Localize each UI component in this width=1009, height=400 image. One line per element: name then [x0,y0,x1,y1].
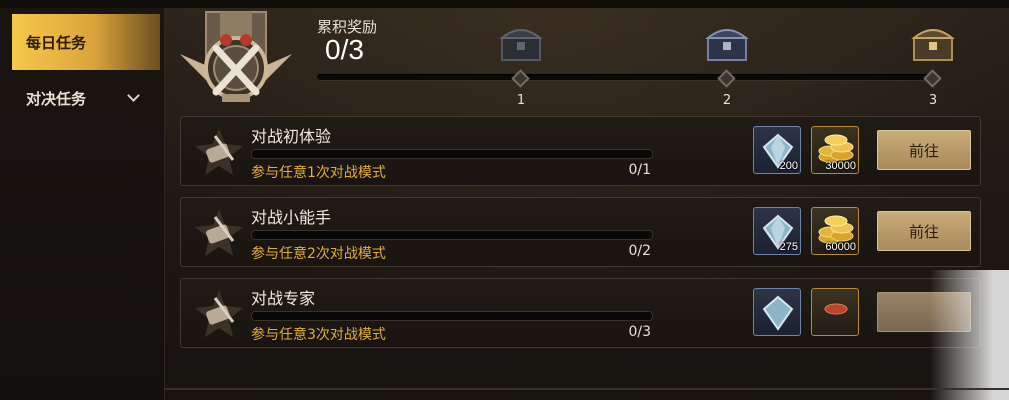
task-title: 对战初体验 [251,127,332,146]
milestone-label: 1 [516,93,526,108]
gem-reward[interactable] [753,288,801,336]
task-progress-bar [251,149,653,159]
reward-amount: 200 [779,160,798,172]
chevron-down-icon [127,89,140,102]
bottom-divider [164,388,1009,390]
gold-reward[interactable]: 60000 [811,207,859,255]
scroll-quill-icon [195,290,243,337]
corner-watermark-overlay [930,270,1009,400]
task-title: 对战专家 [251,289,316,308]
task-description: 参与任意3次对战模式 [251,327,386,343]
task-description: 参与任意2次对战模式 [251,246,386,262]
gem-reward[interactable]: 200 [753,126,801,174]
task-description: 参与任意1次对战模式 [251,165,386,181]
sidebar-tab-label: 每日任务 [26,33,87,52]
treasure-chest-icon[interactable] [908,22,958,64]
go-button[interactable]: 前往 [877,130,971,170]
reward-amount: 60000 [825,241,856,253]
diamond-gem-icon [762,295,794,331]
scroll-quill-icon [195,209,243,256]
task-progress-bar [251,311,653,321]
sidebar-tab-daily-tasks[interactable]: 每日任务 [12,14,160,70]
task-progress-text: 0/3 [628,324,651,340]
scroll-quill-icon [195,128,243,175]
task-title: 对战小能手 [251,208,332,227]
treasure-chest-icon[interactable] [496,22,546,64]
gold-reward[interactable]: 30000 [811,126,859,174]
cumulative-reward-progress: 0/3 [325,34,364,65]
treasure-chest-icon[interactable] [702,22,752,64]
sidebar: 每日任务 对决任务 [0,8,165,400]
reward-amount: 275 [779,241,798,253]
gold-reward[interactable] [811,288,859,336]
top-edge [0,0,1009,8]
go-button[interactable]: 前往 [877,211,971,251]
sidebar-tab-label: 对决任务 [26,89,87,108]
crossed-swords-medal-icon [180,11,292,102]
sidebar-tab-duel-tasks[interactable]: 对决任务 [12,70,160,126]
task-row: 对战专家 参与任意3次对战模式 0/3 [180,278,981,348]
task-progress-bar [251,230,653,240]
gold-coins-icon [824,303,848,315]
task-progress-text: 0/2 [628,243,651,259]
gem-reward[interactable]: 275 [753,207,801,255]
task-row: 对战小能手 参与任意2次对战模式 0/2 275 60000 前往 [180,197,981,267]
task-progress-text: 0/1 [628,162,651,178]
reward-amount: 30000 [825,160,856,172]
milestone-progress-track [317,74,939,80]
task-row: 对战初体验 参与任意1次对战模式 0/1 200 30000 前往 [180,116,981,186]
milestone-label: 3 [928,93,938,108]
milestone-label: 2 [722,93,732,108]
